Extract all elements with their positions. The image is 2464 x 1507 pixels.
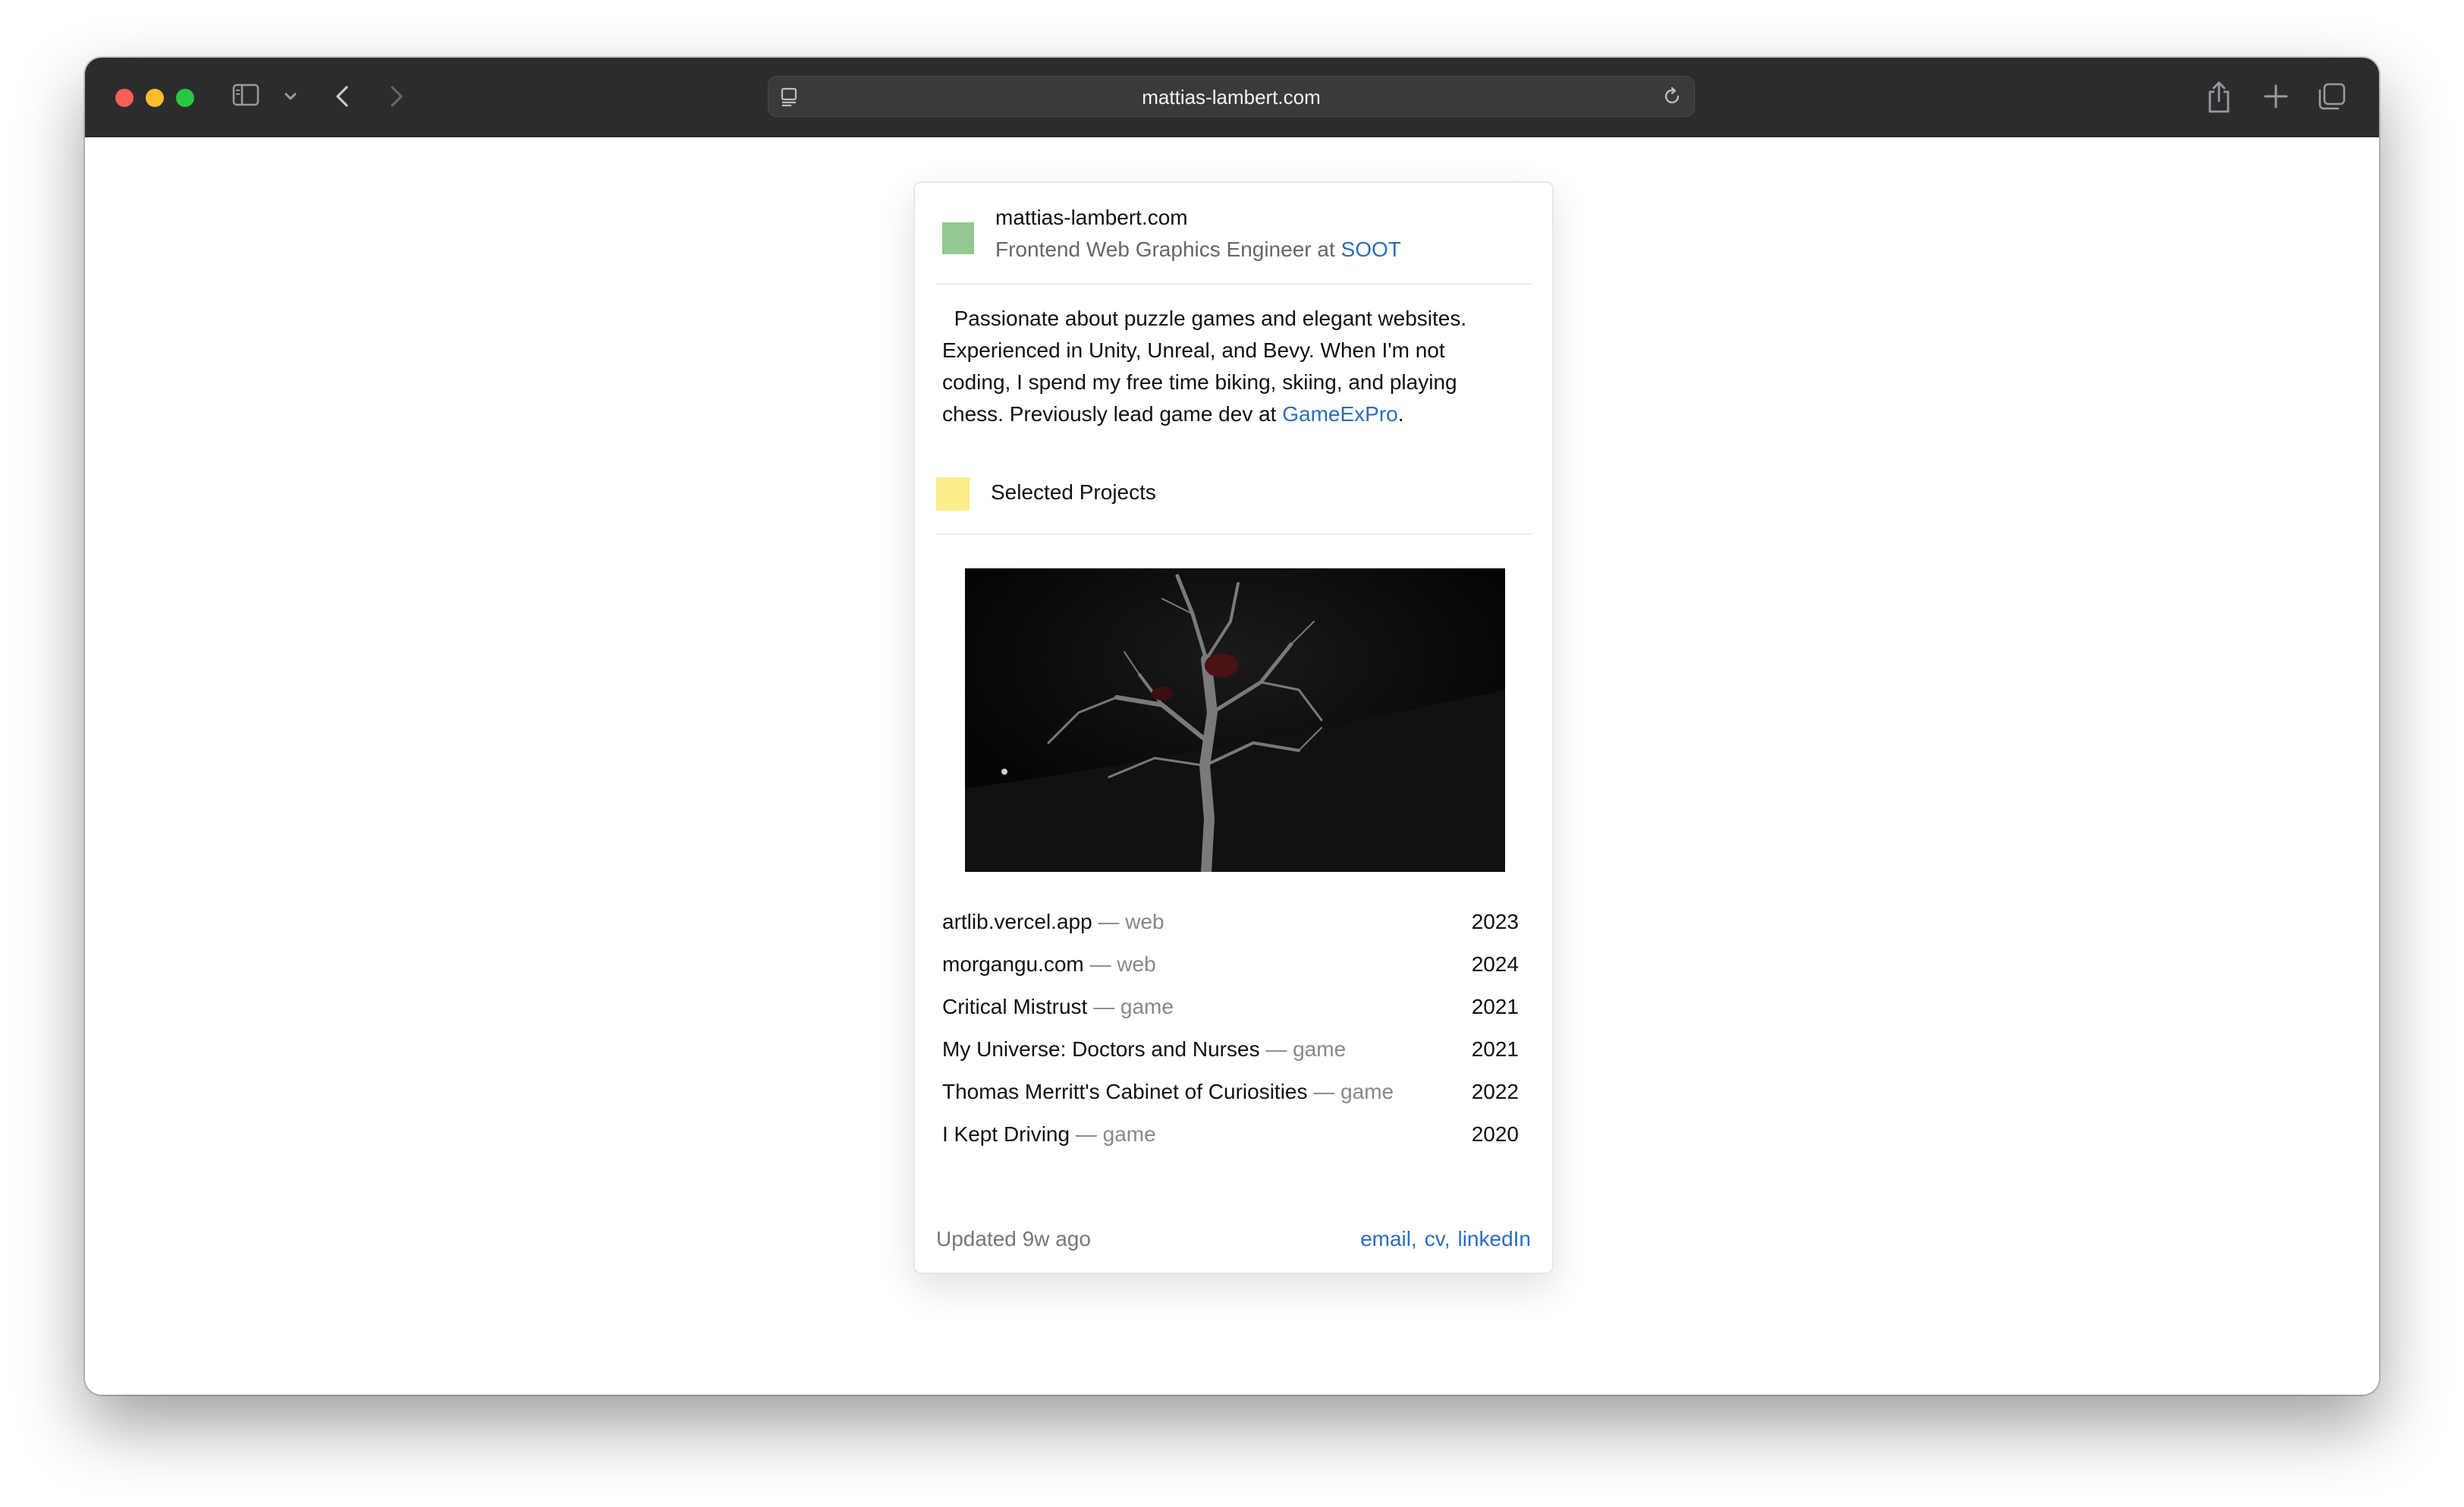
new-tab-icon[interactable] bbox=[2262, 83, 2290, 110]
share-icon[interactable] bbox=[2205, 80, 2233, 115]
chevron-down-icon[interactable] bbox=[282, 88, 299, 105]
project-year: 2023 bbox=[1471, 910, 1519, 933]
project-kind: web bbox=[1117, 952, 1156, 976]
project-year: 2020 bbox=[1471, 1122, 1519, 1146]
close-window-button[interactable] bbox=[115, 89, 134, 107]
cv-link[interactable]: cv bbox=[1425, 1227, 1444, 1251]
project-kind: game bbox=[1293, 1037, 1347, 1061]
fullscreen-window-button[interactable] bbox=[176, 89, 194, 107]
section-title: Selected Projects bbox=[991, 480, 1156, 504]
project-kind: web bbox=[1125, 910, 1164, 933]
project-row[interactable]: Thomas Merritt's Cabinet of Curiosities … bbox=[942, 1080, 1519, 1122]
project-separator: — bbox=[1093, 995, 1115, 1018]
bio-period: . bbox=[1397, 402, 1404, 426]
header-divider bbox=[936, 283, 1531, 285]
project-name[interactable]: morgangu.com bbox=[942, 952, 1084, 976]
address-bar[interactable]: mattias-lambert.com bbox=[768, 76, 1695, 117]
dead-tree-scene bbox=[965, 568, 1505, 872]
project-name[interactable]: artlib.vercel.app bbox=[942, 910, 1092, 933]
project-row[interactable]: artlib.vercel.app — web 2023 bbox=[942, 910, 1519, 952]
site-title: mattias-lambert.com bbox=[995, 206, 1188, 229]
browser-toolbar: mattias-lambert.com bbox=[85, 58, 2379, 137]
profile-card: mattias-lambert.com Frontend Web Graphic… bbox=[913, 181, 1554, 1274]
project-kind: game bbox=[1340, 1080, 1394, 1103]
project-year: 2022 bbox=[1471, 1080, 1519, 1103]
bio-paragraph: Passionate about puzzle games and elegan… bbox=[942, 303, 1504, 430]
linkedin-link[interactable]: linkedIn bbox=[1457, 1227, 1531, 1251]
project-name[interactable]: I Kept Driving bbox=[942, 1122, 1070, 1146]
company-link[interactable]: SOOT bbox=[1341, 238, 1401, 261]
project-row[interactable]: My Universe: Doctors and Nurses — game 2… bbox=[942, 1037, 1519, 1080]
tab-overview-icon[interactable] bbox=[2317, 81, 2347, 112]
minimize-window-button[interactable] bbox=[146, 89, 164, 107]
link-separator: , bbox=[1444, 1227, 1450, 1251]
project-name[interactable]: My Universe: Doctors and Nurses bbox=[942, 1037, 1260, 1061]
project-kind: game bbox=[1120, 995, 1174, 1018]
email-link[interactable]: email bbox=[1360, 1227, 1411, 1251]
project-separator: — bbox=[1098, 910, 1120, 933]
project-separator: — bbox=[1089, 952, 1111, 976]
project-row[interactable]: Critical Mistrust — game 2021 bbox=[942, 995, 1519, 1037]
section-divider bbox=[936, 533, 1531, 535]
projects-list: artlib.vercel.app — web 2023 morgangu.co… bbox=[942, 910, 1519, 1165]
project-separator: — bbox=[1265, 1037, 1287, 1061]
project-preview-image[interactable] bbox=[965, 568, 1505, 872]
previous-company-link[interactable]: GameExPro bbox=[1282, 402, 1398, 426]
contact-links: email, cv, linkedIn bbox=[1360, 1227, 1531, 1251]
project-name[interactable]: Thomas Merritt's Cabinet of Curiosities bbox=[942, 1080, 1308, 1103]
green-marker-square bbox=[942, 222, 974, 254]
back-arrow-icon[interactable] bbox=[329, 81, 357, 112]
role-line: Frontend Web Graphics Engineer at SOOT bbox=[995, 238, 1401, 262]
project-year: 2024 bbox=[1471, 952, 1519, 976]
project-separator: — bbox=[1313, 1080, 1335, 1103]
project-name[interactable]: Critical Mistrust bbox=[942, 995, 1087, 1018]
project-separator: — bbox=[1075, 1122, 1097, 1146]
project-year: 2021 bbox=[1471, 995, 1519, 1018]
address-url: mattias-lambert.com bbox=[1142, 86, 1321, 109]
page-content: mattias-lambert.com Frontend Web Graphic… bbox=[85, 137, 2379, 1395]
browser-window: mattias-lambert.com mattias-lambert.com … bbox=[85, 58, 2379, 1395]
project-kind: game bbox=[1102, 1122, 1156, 1146]
link-separator: , bbox=[1411, 1227, 1417, 1251]
sidebar-icon[interactable] bbox=[232, 83, 259, 106]
project-row[interactable]: I Kept Driving — game 2020 bbox=[942, 1122, 1519, 1165]
forward-arrow-icon[interactable] bbox=[382, 81, 410, 112]
project-year: 2021 bbox=[1471, 1037, 1519, 1061]
updated-timestamp: Updated 9w ago bbox=[936, 1227, 1091, 1251]
reload-icon[interactable] bbox=[1661, 85, 1683, 108]
project-row[interactable]: morgangu.com — web 2024 bbox=[942, 952, 1519, 995]
yellow-marker-square bbox=[936, 477, 970, 511]
role-text: Frontend Web Graphics Engineer at bbox=[995, 238, 1335, 261]
